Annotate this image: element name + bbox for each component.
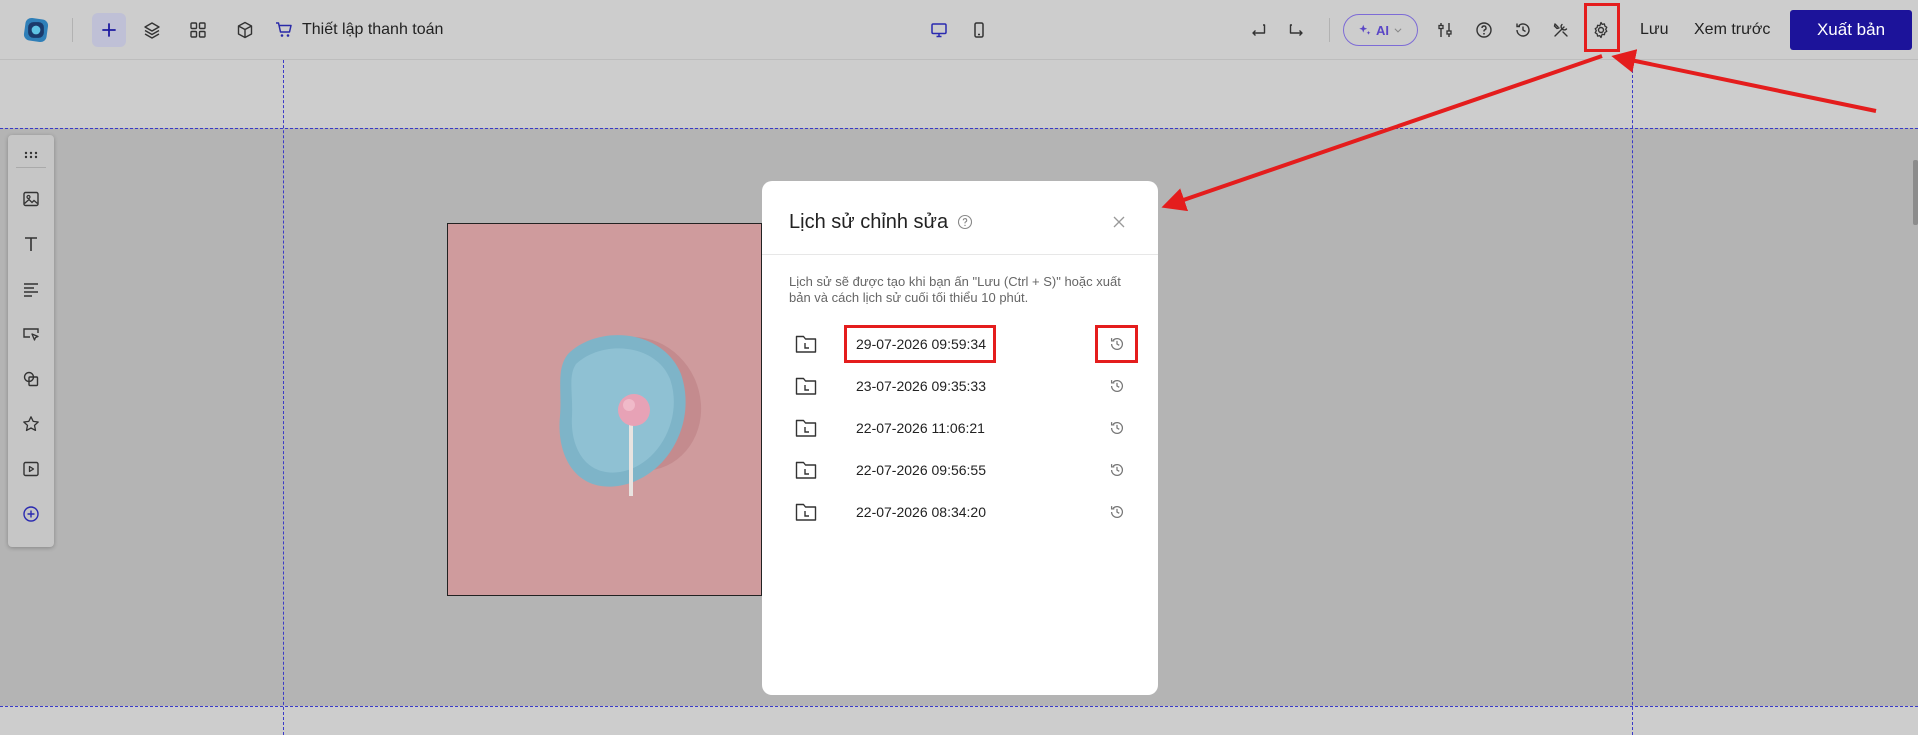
mobile-icon — [974, 22, 984, 38]
dialog-title: Lịch sử chỉnh sửa — [789, 211, 949, 233]
shape-icon — [23, 371, 39, 387]
section-guide-bottom — [0, 706, 1918, 707]
sparkle-icon — [1359, 24, 1371, 35]
toolbar-divider — [1329, 18, 1330, 42]
help-button[interactable] — [1467, 13, 1501, 47]
top-toolbar: Thiết lập thanh toán AI Lưu Xem trước Xu… — [0, 0, 1918, 60]
grid-icon — [190, 22, 206, 38]
dialog-description: Lịch sử sẽ được tạo khi bạn ấn "Lưu (Ctr… — [789, 274, 1121, 305]
paragraph-icon — [24, 283, 38, 297]
highlight-box — [1584, 3, 1620, 52]
star-icon — [23, 416, 39, 432]
folder-clock-icon — [795, 419, 817, 437]
canvas-scrollbar[interactable] — [1913, 160, 1918, 225]
canvas-footer-area — [0, 706, 1918, 735]
history-date: 22-07-2026 08:34:20 — [856, 504, 986, 520]
content-guide-left — [283, 60, 284, 735]
highlight-box — [844, 325, 996, 363]
checkout-setup-label: Thiết lập thanh toán — [302, 21, 444, 38]
history-item[interactable]: 22-07-2026 09:56:55 — [762, 449, 1158, 491]
add-circle-icon — [23, 506, 39, 522]
layers-icon — [144, 22, 160, 39]
text-tool-button[interactable] — [17, 230, 45, 258]
history-date: 23-07-2026 09:35:33 — [856, 378, 986, 394]
toolbar-divider — [72, 18, 73, 42]
preview-button[interactable]: Xem trước — [1694, 14, 1770, 46]
toolbar-divider — [16, 167, 46, 168]
restore-icon[interactable] — [1108, 419, 1126, 437]
button-cursor-icon — [23, 328, 39, 341]
sections-button[interactable] — [181, 13, 215, 47]
cart-icon — [276, 22, 292, 37]
folder-clock-icon — [795, 335, 817, 353]
undo-button[interactable] — [1241, 13, 1275, 47]
canvas-header-area — [0, 60, 1918, 128]
dialog-header: Lịch sử chỉnh sửa — [762, 181, 1158, 255]
apps-button[interactable] — [228, 13, 262, 47]
mobile-view-button[interactable] — [962, 13, 996, 47]
paragraph-tool-button[interactable] — [17, 275, 45, 303]
publish-button[interactable]: Xuất bản — [1790, 10, 1912, 50]
save-button[interactable]: Lưu — [1640, 14, 1669, 46]
edit-history-dialog: Lịch sử chỉnh sửa Lịch sử sẽ được tạo kh… — [762, 181, 1158, 695]
redo-icon — [1289, 24, 1303, 36]
history-item[interactable]: 23-07-2026 09:35:33 — [762, 365, 1158, 407]
add-element-button[interactable] — [92, 13, 126, 47]
history-item[interactable]: 22-07-2026 08:34:20 — [762, 491, 1158, 533]
ai-label: AI — [1376, 22, 1389, 38]
tools-icon — [1553, 23, 1568, 37]
redo-button[interactable] — [1280, 13, 1314, 47]
plus-icon — [102, 23, 116, 37]
drag-handle-icon[interactable] — [17, 141, 45, 169]
history-date: 22-07-2026 09:56:55 — [856, 462, 986, 478]
history-icon — [1516, 23, 1530, 37]
video-icon — [23, 461, 39, 477]
tools-button[interactable] — [1544, 13, 1578, 47]
restore-icon[interactable] — [1108, 461, 1126, 479]
desktop-icon — [931, 23, 947, 38]
lollipop-plate-image — [559, 335, 702, 496]
image-element[interactable] — [447, 223, 762, 596]
app-logo-icon[interactable] — [20, 14, 52, 46]
undo-icon — [1252, 24, 1266, 36]
adjust-settings-button[interactable] — [1428, 13, 1462, 47]
video-tool-button[interactable] — [17, 455, 45, 483]
question-icon — [1476, 22, 1492, 38]
sliders-icon — [1438, 23, 1452, 37]
restore-icon[interactable] — [1108, 377, 1126, 395]
icon-tool-button[interactable] — [17, 410, 45, 438]
image-icon — [23, 191, 39, 207]
section-guide-top — [0, 128, 1918, 129]
folder-clock-icon — [795, 461, 817, 479]
restore-icon[interactable] — [1108, 503, 1126, 521]
folder-clock-icon — [795, 377, 817, 395]
desktop-view-button[interactable] — [922, 13, 956, 47]
highlight-box — [1095, 325, 1138, 363]
history-button[interactable] — [1506, 13, 1540, 47]
cube-icon — [237, 21, 253, 39]
text-icon — [25, 237, 37, 251]
help-circle-icon[interactable] — [957, 214, 973, 230]
layers-button[interactable] — [135, 13, 169, 47]
image-tool-button[interactable] — [17, 185, 45, 213]
close-icon[interactable] — [1111, 214, 1127, 230]
chevron-down-icon — [1394, 28, 1402, 33]
shape-tool-button[interactable] — [17, 365, 45, 393]
history-date: 22-07-2026 11:06:21 — [856, 420, 985, 436]
ai-assistant-button[interactable]: AI — [1343, 14, 1418, 46]
button-tool-button[interactable] — [17, 320, 45, 348]
content-guide-right — [1632, 60, 1633, 735]
history-item[interactable]: 22-07-2026 11:06:21 — [762, 407, 1158, 449]
more-tools-button[interactable] — [17, 500, 45, 528]
element-toolbar — [8, 135, 54, 547]
folder-clock-icon — [795, 503, 817, 521]
checkout-setup-button[interactable]: Thiết lập thanh toán — [274, 14, 443, 46]
